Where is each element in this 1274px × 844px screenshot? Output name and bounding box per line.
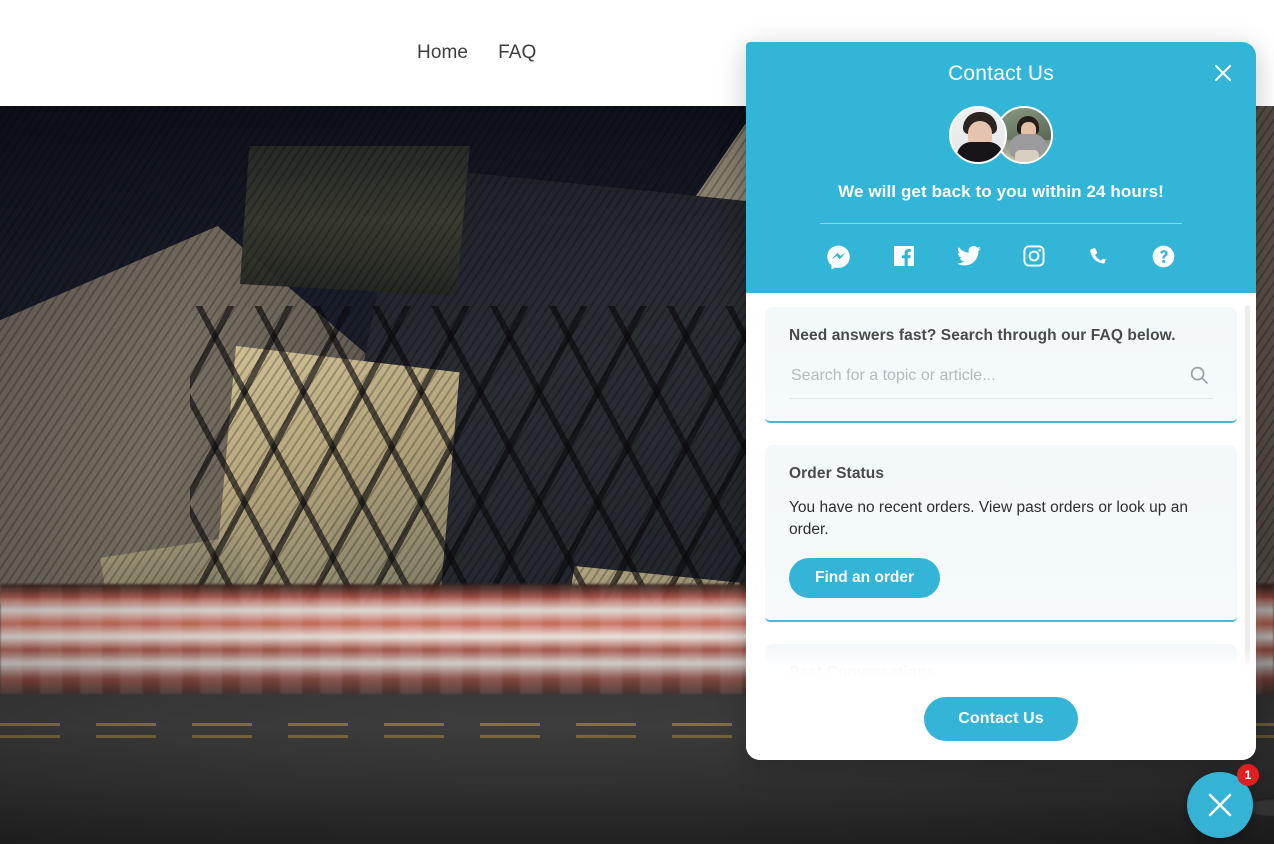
faq-card-title: Need answers fast? Search through our FA… <box>789 327 1176 344</box>
facebook-icon[interactable] <box>889 241 919 271</box>
order-status-text: You have no recent orders. View past ord… <box>789 499 1188 538</box>
nav-link-home[interactable]: Home <box>417 42 468 64</box>
widget-header: Contact Us We will get back to you withi… <box>746 42 1256 293</box>
social-channel-row <box>746 241 1256 271</box>
find-an-order-button[interactable]: Find an order <box>789 558 941 598</box>
widget-footer: Contact Us <box>746 678 1256 760</box>
nav-link-faq[interactable]: FAQ <box>498 42 536 64</box>
contact-us-button[interactable]: Contact Us <box>924 697 1078 741</box>
nav-links: Home FAQ <box>417 42 536 64</box>
search-icon[interactable] <box>1189 365 1209 385</box>
header-divider <box>820 223 1182 224</box>
close-icon <box>1203 788 1237 822</box>
search-input[interactable] <box>789 363 1213 389</box>
order-status-title: Order Status <box>789 465 885 482</box>
help-icon[interactable] <box>1149 241 1179 271</box>
widget-header-title: Contact Us <box>948 62 1054 85</box>
past-conversations-title: Past Conversations <box>789 664 936 678</box>
faq-search-wrap <box>789 359 1213 399</box>
phone-icon[interactable] <box>1084 241 1114 271</box>
agent-avatars <box>746 106 1256 164</box>
page-root: Home FAQ Contact Us We will get back to … <box>0 0 1274 844</box>
agent-avatar-1 <box>949 106 1007 164</box>
contact-widget: Contact Us We will get back to you withi… <box>746 42 1256 760</box>
widget-scrollbar[interactable] <box>1245 305 1250 678</box>
widget-header-subtitle: We will get back to you within 24 hours! <box>838 182 1164 201</box>
faq-search-card: Need answers fast? Search through our FA… <box>765 307 1237 423</box>
instagram-icon[interactable] <box>1019 241 1049 271</box>
avatar-1-body <box>957 142 1003 162</box>
close-icon <box>1213 63 1233 83</box>
twitter-icon[interactable] <box>954 241 984 271</box>
unread-badge: 1 <box>1237 764 1259 786</box>
past-conversations-card: Past Conversations Ruffa B. 3:36 PM <box>765 644 1237 678</box>
close-widget-button[interactable] <box>1208 58 1238 88</box>
messenger-icon[interactable] <box>824 241 854 271</box>
chat-launcher-button[interactable]: 1 <box>1187 764 1259 838</box>
avatar-2-pants <box>1015 150 1039 162</box>
building-window-upper <box>240 146 470 296</box>
order-status-card: Order Status You have no recent orders. … <box>765 445 1237 622</box>
widget-body: Need answers fast? Search through our FA… <box>746 293 1256 678</box>
